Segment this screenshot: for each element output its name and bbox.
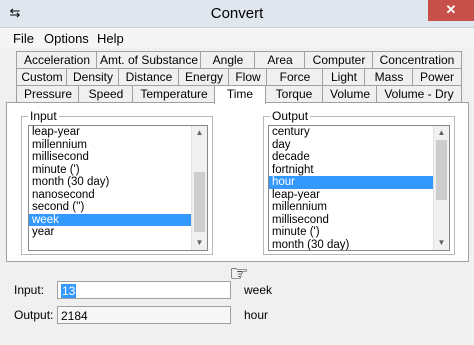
tab-mass[interactable]: Mass	[364, 68, 414, 85]
menu-file[interactable]: File	[13, 31, 34, 46]
title-bar: ⇆ Convert ✕	[0, 0, 474, 28]
menu-bar: File Options Help	[0, 28, 474, 48]
tab-power[interactable]: Power	[412, 68, 462, 85]
output-listbox[interactable]: century day decade fortnight hour leap-y…	[268, 125, 450, 251]
list-item[interactable]: year	[29, 226, 207, 239]
output-scrollbar[interactable]: ▲ ▼	[433, 126, 449, 250]
list-item[interactable]: minute (')	[269, 226, 449, 239]
tab-angle[interactable]: Angle	[200, 51, 256, 68]
list-item[interactable]: minute (')	[29, 164, 207, 177]
tab-area[interactable]: Area	[254, 51, 306, 68]
list-item[interactable]: century	[269, 126, 449, 139]
input-value-text: 13	[61, 284, 77, 298]
tab-energy[interactable]: Energy	[178, 68, 230, 85]
list-item[interactable]: millennium	[269, 201, 449, 214]
scroll-down-icon[interactable]: ▼	[434, 236, 449, 250]
input-listbox[interactable]: leap-year millennium millisecond minute …	[28, 125, 208, 251]
output-unit-label: hour	[244, 308, 269, 322]
list-item[interactable]: leap-year	[29, 126, 207, 139]
tab-flow[interactable]: Flow	[228, 68, 268, 85]
time-tab-panel: Input leap-year millennium millisecond m…	[6, 102, 469, 285]
tab-concentration[interactable]: Concentration	[372, 51, 462, 68]
tab-density[interactable]: Density	[66, 68, 120, 85]
tab-torque[interactable]: Torque	[264, 85, 324, 102]
list-item[interactable]: leap-year	[269, 189, 449, 202]
list-item-selected[interactable]: week	[29, 213, 207, 226]
output-value-field[interactable]: 2184	[57, 306, 231, 324]
tab-custom[interactable]: Custom	[16, 68, 68, 85]
tab-speed[interactable]: Speed	[78, 85, 134, 102]
output-value-text: 2184	[61, 309, 88, 323]
tab-volume-dry[interactable]: Volume - Dry	[376, 85, 462, 102]
tab-volume[interactable]: Volume	[322, 85, 378, 102]
list-item[interactable]: second ('')	[29, 201, 207, 214]
list-item[interactable]: month (30 day)	[269, 239, 449, 251]
list-item[interactable]: decade	[269, 151, 449, 164]
input-value-field[interactable]: 13	[57, 281, 231, 299]
list-item[interactable]: millisecond	[29, 151, 207, 164]
tab-acceleration[interactable]: Acceleration	[16, 51, 98, 68]
list-item-selected[interactable]: hour	[269, 176, 449, 189]
input-group: Input leap-year millennium millisecond m…	[21, 109, 213, 255]
output-group: Output century day decade fortnight hour…	[263, 109, 455, 255]
scroll-down-icon[interactable]: ▼	[192, 236, 207, 250]
pointing-hand-icon: ☞	[229, 261, 249, 286]
input-group-label: Input	[28, 109, 59, 123]
close-button[interactable]: ✕	[428, 0, 474, 21]
input-list: leap-year millennium millisecond minute …	[29, 126, 207, 239]
list-item[interactable]: nanosecond	[29, 189, 207, 202]
tab-light[interactable]: Light	[322, 68, 366, 85]
input-scrollbar[interactable]: ▲ ▼	[191, 126, 207, 250]
input-field-label: Input:	[14, 283, 45, 297]
scroll-up-icon[interactable]: ▲	[434, 126, 449, 140]
input-unit-label: week	[244, 283, 273, 297]
tab-force[interactable]: Force	[266, 68, 324, 85]
tab-pressure[interactable]: Pressure	[16, 85, 80, 102]
list-item[interactable]: millennium	[29, 139, 207, 152]
window-title: Convert	[210, 5, 264, 22]
output-group-label: Output	[270, 109, 311, 123]
list-item[interactable]: month (30 day)	[29, 176, 207, 189]
output-field-label: Output:	[14, 308, 54, 322]
tab-distance[interactable]: Distance	[118, 68, 180, 85]
scroll-up-icon[interactable]: ▲	[192, 126, 207, 140]
menu-options[interactable]: Options	[44, 31, 89, 46]
menu-help[interactable]: Help	[97, 31, 124, 46]
tab-temperature[interactable]: Temperature	[132, 85, 216, 102]
output-list: century day decade fortnight hour leap-y…	[269, 126, 449, 251]
list-item[interactable]: millisecond	[269, 214, 449, 227]
scroll-thumb[interactable]	[194, 172, 205, 232]
tab-amt-of-substance[interactable]: Amt. of Substance	[96, 51, 202, 68]
list-item[interactable]: fortnight	[269, 164, 449, 177]
list-item[interactable]: day	[269, 139, 449, 152]
scroll-thumb[interactable]	[436, 140, 447, 200]
tab-computer[interactable]: Computer	[304, 51, 374, 68]
tab-time[interactable]: Time	[214, 85, 266, 104]
